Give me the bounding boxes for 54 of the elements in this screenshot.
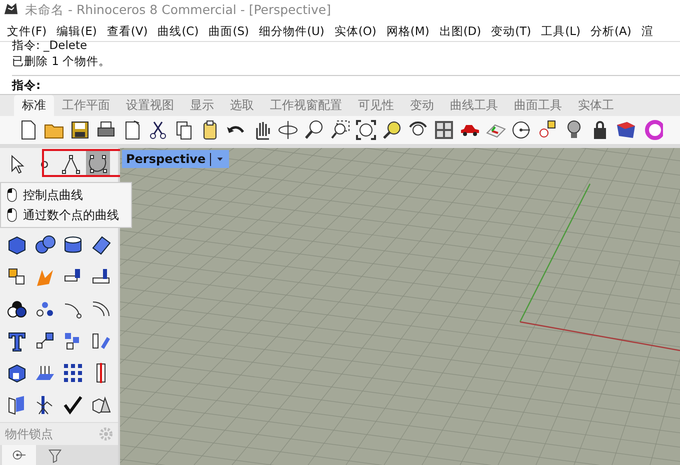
toolbar-tab[interactable]: 实体工: [570, 95, 622, 116]
panel-tab[interactable]: [2, 445, 36, 465]
command-history-line: 指令: _Delete: [12, 42, 88, 53]
menu-item[interactable]: 变动(T): [486, 24, 536, 38]
toolbar-tab[interactable]: 选取: [222, 95, 262, 116]
panel-title: 物件锁点: [5, 426, 53, 442]
menu-item[interactable]: 细分物件(U): [254, 24, 330, 38]
toolbar-tab[interactable]: 显示: [182, 95, 222, 116]
polyline-icon: [60, 153, 82, 175]
toolbar-tab[interactable]: 可见性: [350, 95, 402, 116]
window-title: 未命名 - Rhinoceros 8 Commercial - [Perspective]: [25, 2, 331, 19]
command-prompt: 指令:: [12, 78, 41, 92]
toolbar-tab[interactable]: 设置视图: [118, 95, 182, 116]
point-grid-icon[interactable]: [62, 362, 84, 384]
cube-cone-icon[interactable]: [90, 394, 112, 416]
spheres-icon[interactable]: [34, 234, 56, 256]
zoom-extents-icon[interactable]: [354, 119, 376, 141]
control-point-curve-icon: [87, 153, 109, 175]
solid-box-icon[interactable]: [6, 362, 28, 384]
menu-item[interactable]: 渲: [636, 24, 658, 38]
circles-icon[interactable]: [6, 298, 28, 320]
zoom-window-icon[interactable]: [328, 119, 350, 141]
text-icon[interactable]: [6, 330, 28, 352]
viewport-tab[interactable]: Perspective: [122, 150, 229, 168]
menu-item[interactable]: 曲面(S): [204, 24, 254, 38]
toolbar-tab[interactable]: 工作视窗配置: [262, 95, 350, 116]
toolbar-tab[interactable]: 工作平面: [54, 95, 118, 116]
surface-icon[interactable]: [90, 234, 112, 256]
toolbar-tab[interactable]: 变动: [402, 95, 442, 116]
material-icon[interactable]: [614, 119, 636, 141]
flyout-menu-item[interactable]: 控制点曲线: [1, 185, 131, 205]
circle-point-icon[interactable]: [510, 119, 532, 141]
menu-item[interactable]: 查看(V): [102, 24, 153, 38]
menu-item[interactable]: 工具(L): [536, 24, 586, 38]
menu-item[interactable]: 文件(F): [2, 24, 52, 38]
toolbar-tab[interactable]: 标准: [14, 95, 54, 116]
menu-item[interactable]: 实体(O): [329, 24, 382, 38]
menu-item[interactable]: 网格(M): [381, 24, 434, 38]
toolbar-tab[interactable]: 曲线工具: [442, 95, 506, 116]
checkmark-icon[interactable]: [62, 394, 84, 416]
toolbar-tab[interactable]: 曲面工具: [506, 95, 570, 116]
box-icon[interactable]: [6, 234, 28, 256]
menu-item[interactable]: 出图(D): [434, 24, 486, 38]
zoom-selected-icon[interactable]: [380, 119, 402, 141]
rotate-view-icon[interactable]: [276, 119, 298, 141]
flyout-menu-item[interactable]: 通过数个点的曲线: [1, 205, 131, 225]
menu-item[interactable]: 编辑(E): [52, 24, 102, 38]
zoom-icon[interactable]: [302, 119, 324, 141]
curve-tool-button[interactable]: [86, 151, 110, 177]
command-history-line: 已删除 1 个物件。: [12, 53, 112, 70]
menu-item[interactable]: 分析(A): [586, 24, 636, 38]
menu-item[interactable]: 曲线(C): [152, 24, 204, 38]
point-icon: [40, 160, 48, 168]
four-viewports-icon[interactable]: [432, 119, 454, 141]
